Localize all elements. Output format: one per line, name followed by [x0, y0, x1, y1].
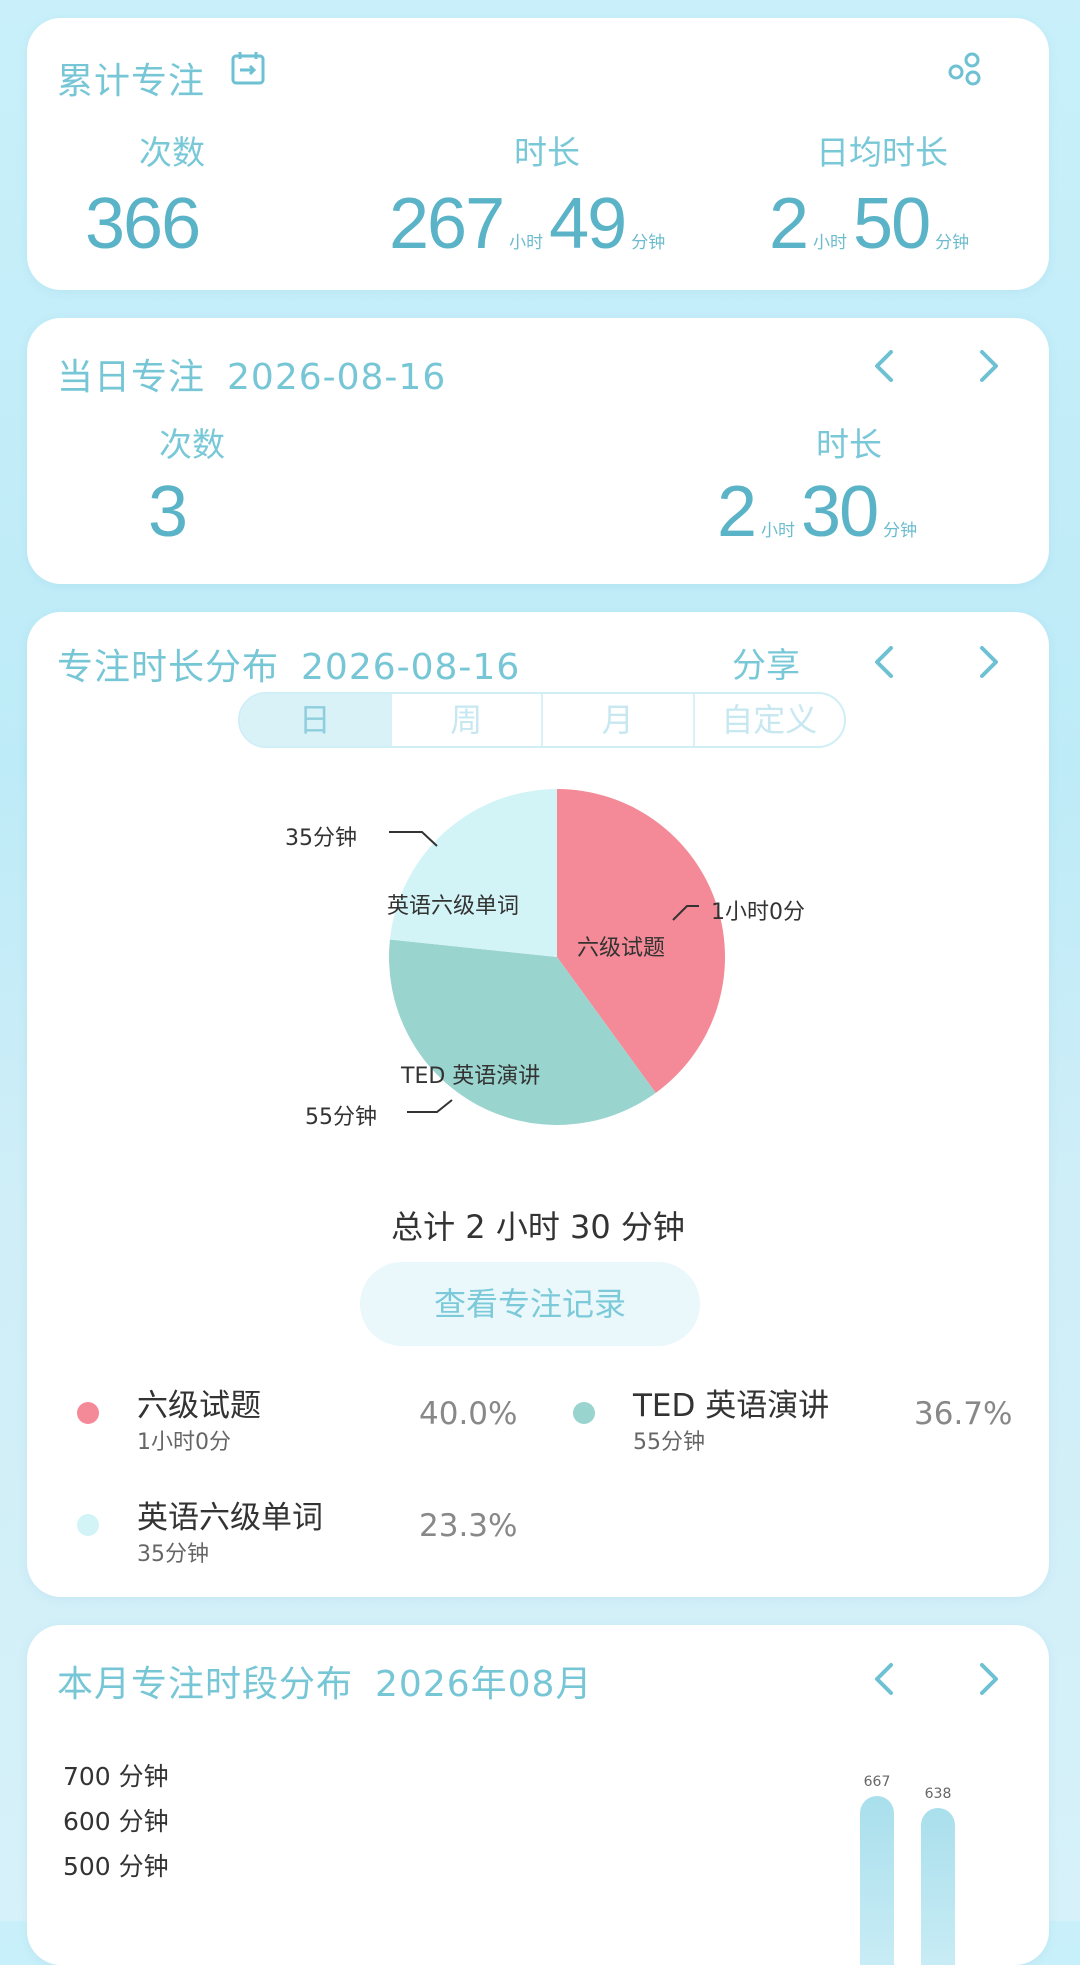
- tab-month[interactable]: 月: [541, 694, 693, 746]
- monthly-date: 2026年08月: [375, 1664, 593, 1705]
- share-nodes-icon[interactable]: [944, 46, 988, 90]
- cumulative-title-text: 累计专注: [57, 61, 206, 102]
- legend-duration: 55分钟: [633, 1430, 705, 1455]
- pie-slice-value-cet6-words: 35分钟: [285, 826, 357, 851]
- legend-item-ted: TED 英语演讲 55分钟: [573, 1380, 873, 1470]
- y-axis-tick: 600 分钟: [63, 1807, 169, 1836]
- cumulative-duration-hours: 267: [389, 184, 505, 264]
- monthly-distribution-title: 本月专注时段分布 2026年08月: [57, 1655, 592, 1707]
- legend-duration: 35分钟: [137, 1542, 209, 1567]
- legend-dot: [77, 1514, 99, 1536]
- daily-average-minutes-unit: 分钟: [935, 233, 970, 252]
- pie-slice-name-cet6-words: 英语六级单词: [387, 894, 520, 919]
- today-count-value: 3: [148, 476, 188, 548]
- cumulative-duration-hours-unit: 小时: [509, 233, 544, 252]
- cumulative-count-value: 366: [85, 188, 201, 260]
- pie-slice-value-cet6-exam: 1小时0分: [711, 900, 805, 925]
- legend-percent-ted: 36.7%: [914, 1396, 1013, 1432]
- legend-percent-cet6-words: 23.3%: [419, 1508, 518, 1544]
- legend-name: TED 英语演讲: [633, 1388, 830, 1424]
- daily-average-hours-unit: 小时: [813, 233, 848, 252]
- period-segmented-control: 日 周 月 自定义: [238, 692, 846, 748]
- chevron-right-icon[interactable]: [968, 346, 1008, 386]
- tab-week[interactable]: 周: [389, 694, 542, 746]
- today-duration-value: 2 小时30 分钟: [717, 476, 923, 548]
- today-title-text: 当日专注: [57, 357, 206, 398]
- today-date: 2026-08-16: [227, 357, 447, 398]
- calendar-export-icon[interactable]: [228, 48, 268, 88]
- cumulative-focus-title: 累计专注: [57, 52, 205, 104]
- cumulative-duration-value: 267 小时49 分钟: [389, 188, 671, 260]
- chevron-right-icon[interactable]: [968, 1659, 1008, 1699]
- pie-slice-name-ted: TED 英语演讲: [401, 1064, 541, 1089]
- legend-dot: [573, 1402, 595, 1424]
- distribution-title: 专注时长分布 2026-08-16: [57, 638, 520, 690]
- hour-bar: [921, 1807, 955, 1965]
- hour-bar: [860, 1796, 894, 1965]
- daily-average-value: 2 小时50 分钟: [769, 188, 975, 260]
- daily-average-minutes: 50: [853, 184, 931, 264]
- legend-percent-cet6-exam: 40.0%: [419, 1396, 518, 1432]
- today-duration-minutes-unit: 分钟: [883, 521, 918, 540]
- today-duration-hours: 2: [717, 472, 757, 552]
- chevron-left-icon[interactable]: [865, 346, 905, 386]
- today-count-number: 3: [148, 472, 188, 552]
- distribution-card: 专注时长分布 2026-08-16 分享 日 周 月 自定义 六级试题 1小时0分…: [27, 612, 1049, 1597]
- legend-duration: 1小时0分: [137, 1430, 231, 1455]
- today-duration-hours-unit: 小时: [761, 521, 796, 540]
- monthly-title-text: 本月专注时段分布: [57, 1664, 354, 1705]
- chevron-right-icon[interactable]: [968, 642, 1008, 682]
- share-button[interactable]: 分享: [732, 638, 800, 687]
- legend-item-cet6-words: 英语六级单词 35分钟: [77, 1492, 477, 1582]
- legend-dot: [77, 1402, 99, 1424]
- cumulative-duration-minutes-unit: 分钟: [631, 233, 666, 252]
- y-axis-tick: 500 分钟: [63, 1852, 169, 1881]
- distribution-title-text: 专注时长分布: [57, 647, 280, 688]
- today-focus-title: 当日专注 2026-08-16: [57, 348, 446, 400]
- today-focus-card: 当日专注 2026-08-16 次数 3 时长 2 小时30 分钟: [27, 318, 1049, 584]
- distribution-date: 2026-08-16: [301, 647, 521, 688]
- chevron-left-icon[interactable]: [865, 642, 905, 682]
- today-duration-label: 时长: [816, 425, 882, 464]
- pie-slice-cet6-words: [389, 789, 557, 957]
- bar-value-label: 638: [924, 1785, 952, 1802]
- monthly-distribution-card: 本月专注时段分布 2026年08月 700 分钟 600 分钟 500 分钟 66…: [27, 1625, 1049, 1965]
- total-duration-text: 总计 2 小时 30 分钟: [391, 1208, 685, 1246]
- daily-average-hours: 2: [769, 184, 809, 264]
- daily-average-label: 日均时长: [816, 133, 948, 172]
- y-axis-tick: 700 分钟: [63, 1762, 169, 1791]
- cumulative-duration-minutes: 49: [549, 184, 627, 264]
- pie-slice-value-ted: 55分钟: [305, 1105, 377, 1130]
- legend-item-cet6-exam: 六级试题 1小时0分: [77, 1380, 477, 1470]
- legend-name: 六级试题: [137, 1388, 261, 1424]
- cumulative-count-number: 366: [85, 184, 201, 264]
- cumulative-count-label: 次数: [139, 133, 205, 172]
- cumulative-duration-label: 时长: [514, 133, 580, 172]
- focus-pie-chart: [389, 789, 726, 1125]
- legend-name: 英语六级单词: [137, 1500, 323, 1536]
- pie-slice-name-cet6-exam: 六级试题: [577, 936, 666, 961]
- view-focus-records-button[interactable]: 查看专注记录: [360, 1262, 700, 1346]
- chevron-left-icon[interactable]: [865, 1659, 905, 1699]
- bar-value-label: 667: [863, 1774, 891, 1791]
- today-count-label: 次数: [159, 425, 225, 464]
- tab-custom[interactable]: 自定义: [692, 694, 845, 746]
- cumulative-focus-card: 累计专注 次数 366 时长 267 小时49 分钟 日均时长 2 小时50 分钟: [27, 18, 1049, 290]
- today-duration-minutes: 30: [801, 472, 879, 552]
- tab-day[interactable]: 日: [240, 694, 390, 746]
